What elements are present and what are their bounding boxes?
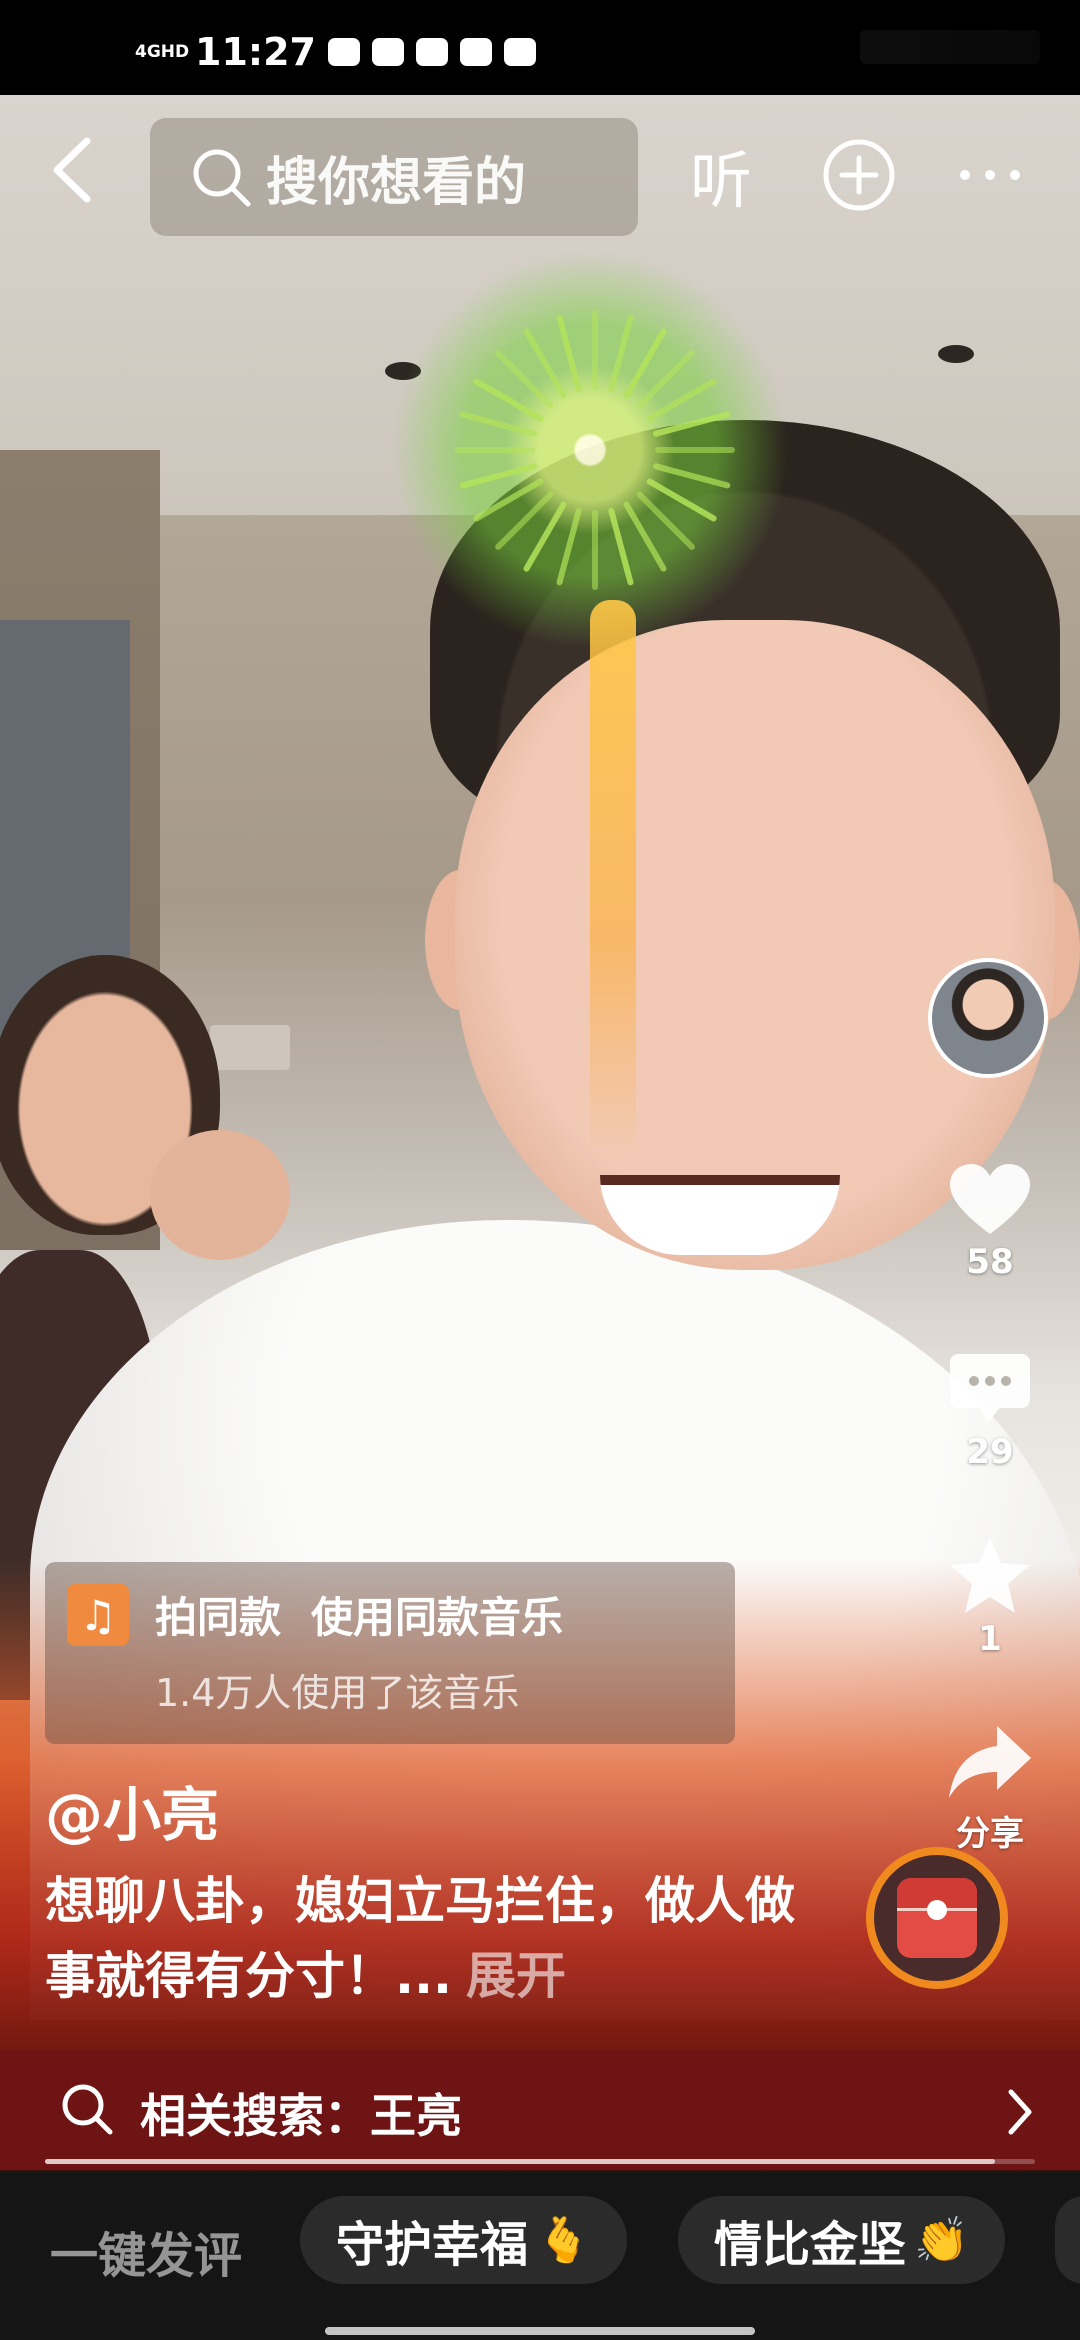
search-icon: [62, 2084, 113, 2135]
ceiling-light: [938, 345, 974, 363]
book-icon: [503, 38, 536, 66]
music-title: 拍同款 使用同款音乐: [155, 1584, 563, 1645]
red-packet-button[interactable]: [866, 1847, 1008, 1989]
listen-button[interactable]: 听: [690, 130, 752, 220]
firework-ray: [592, 510, 598, 590]
status-left: 4GHD 11:27: [135, 30, 536, 74]
top-bar: 搜你想看的 听: [0, 100, 1080, 240]
comment-button[interactable]: 29: [930, 1352, 1050, 1472]
chip-emoji: 👏: [914, 2215, 969, 2266]
related-search-bar[interactable]: 相关搜索：王亮: [0, 2050, 1080, 2170]
star-icon: [950, 1537, 1030, 1613]
add-button[interactable]: [822, 138, 896, 212]
comment-count: 29: [966, 1432, 1014, 1472]
like-button[interactable]: 58: [930, 1162, 1050, 1282]
favorite-count: 1: [978, 1619, 1002, 1659]
light-switch: [210, 1025, 290, 1070]
mail-icon: [327, 38, 360, 66]
author-avatar[interactable]: [928, 958, 1048, 1078]
video-progress-bar[interactable]: [45, 2159, 1035, 2164]
expand-link[interactable]: 展开: [466, 1947, 566, 2005]
use-music-label[interactable]: 使用同款音乐: [311, 1593, 563, 1642]
more-button[interactable]: [955, 150, 1025, 200]
app-icon: [459, 38, 492, 66]
quick-comment-chip[interactable]: 情比金坚 👏: [678, 2196, 1005, 2284]
description-text: 想聊八卦，媳妇立马拦住，做人做事就得有分寸！...: [45, 1872, 795, 2005]
shoot-same-label[interactable]: 拍同款: [155, 1593, 281, 1642]
back-button[interactable]: [45, 135, 105, 205]
more-dots-icon: [960, 170, 1020, 180]
firework-ray: [455, 447, 535, 453]
author-name[interactable]: @小亮: [45, 1768, 219, 1852]
square-icon: [415, 38, 448, 66]
search-placeholder: 搜你想看的: [266, 152, 527, 213]
quick-comment-chip[interactable]: [1055, 2196, 1080, 2284]
back-arrow-icon: [53, 137, 91, 203]
related-search-label: 相关搜索：王亮: [140, 2089, 462, 2143]
chip-text: 守护幸福: [336, 2217, 529, 2273]
quick-comment-bar: 一键发评 守护幸福 🫰 情比金坚 👏: [0, 2172, 1080, 2340]
chip-emoji: 🫰: [536, 2215, 591, 2266]
heart-icon: [950, 1164, 1030, 1234]
red-envelope-icon: [897, 1878, 977, 1958]
woman-hand: [150, 1130, 290, 1260]
search-input[interactable]: 搜你想看的: [150, 118, 638, 236]
chevron-right-icon: [1008, 2089, 1032, 2135]
mail-icon: [371, 38, 404, 66]
comment-icon: [950, 1354, 1030, 1422]
music-note-icon: ♫: [67, 1584, 129, 1646]
video-description: 想聊八卦，媳妇立马拦住，做人做事就得有分寸！... 展开: [45, 1864, 825, 2014]
sparkle-trail: [590, 600, 636, 1160]
video-progress-fill: [45, 2159, 996, 2164]
search-icon: [193, 149, 251, 207]
clock: 11:27: [195, 30, 316, 74]
firework-ray: [655, 447, 735, 453]
status-right-icons: [860, 30, 1040, 64]
like-count: 58: [966, 1242, 1014, 1282]
plus-circle-icon: [823, 139, 895, 211]
firework-ray: [592, 310, 598, 390]
share-arrow-icon: [949, 1726, 1031, 1798]
status-bar: 4GHD 11:27: [0, 0, 1080, 95]
share-button[interactable]: 分享: [930, 1722, 1050, 1855]
music-card[interactable]: ♫ 拍同款 使用同款音乐 1.4万人使用了该音乐: [45, 1562, 735, 1744]
chip-text: 情比金坚: [714, 2217, 907, 2273]
favorite-button[interactable]: 1: [930, 1535, 1050, 1659]
home-indicator[interactable]: [325, 2327, 755, 2335]
quick-comment-label: 一键发评: [50, 2228, 243, 2284]
quick-comment-chip[interactable]: 守护幸福 🫰: [300, 2196, 627, 2284]
music-users-count: 1.4万人使用了该音乐: [155, 1671, 520, 1715]
network-indicator: 4GHD: [135, 41, 190, 62]
